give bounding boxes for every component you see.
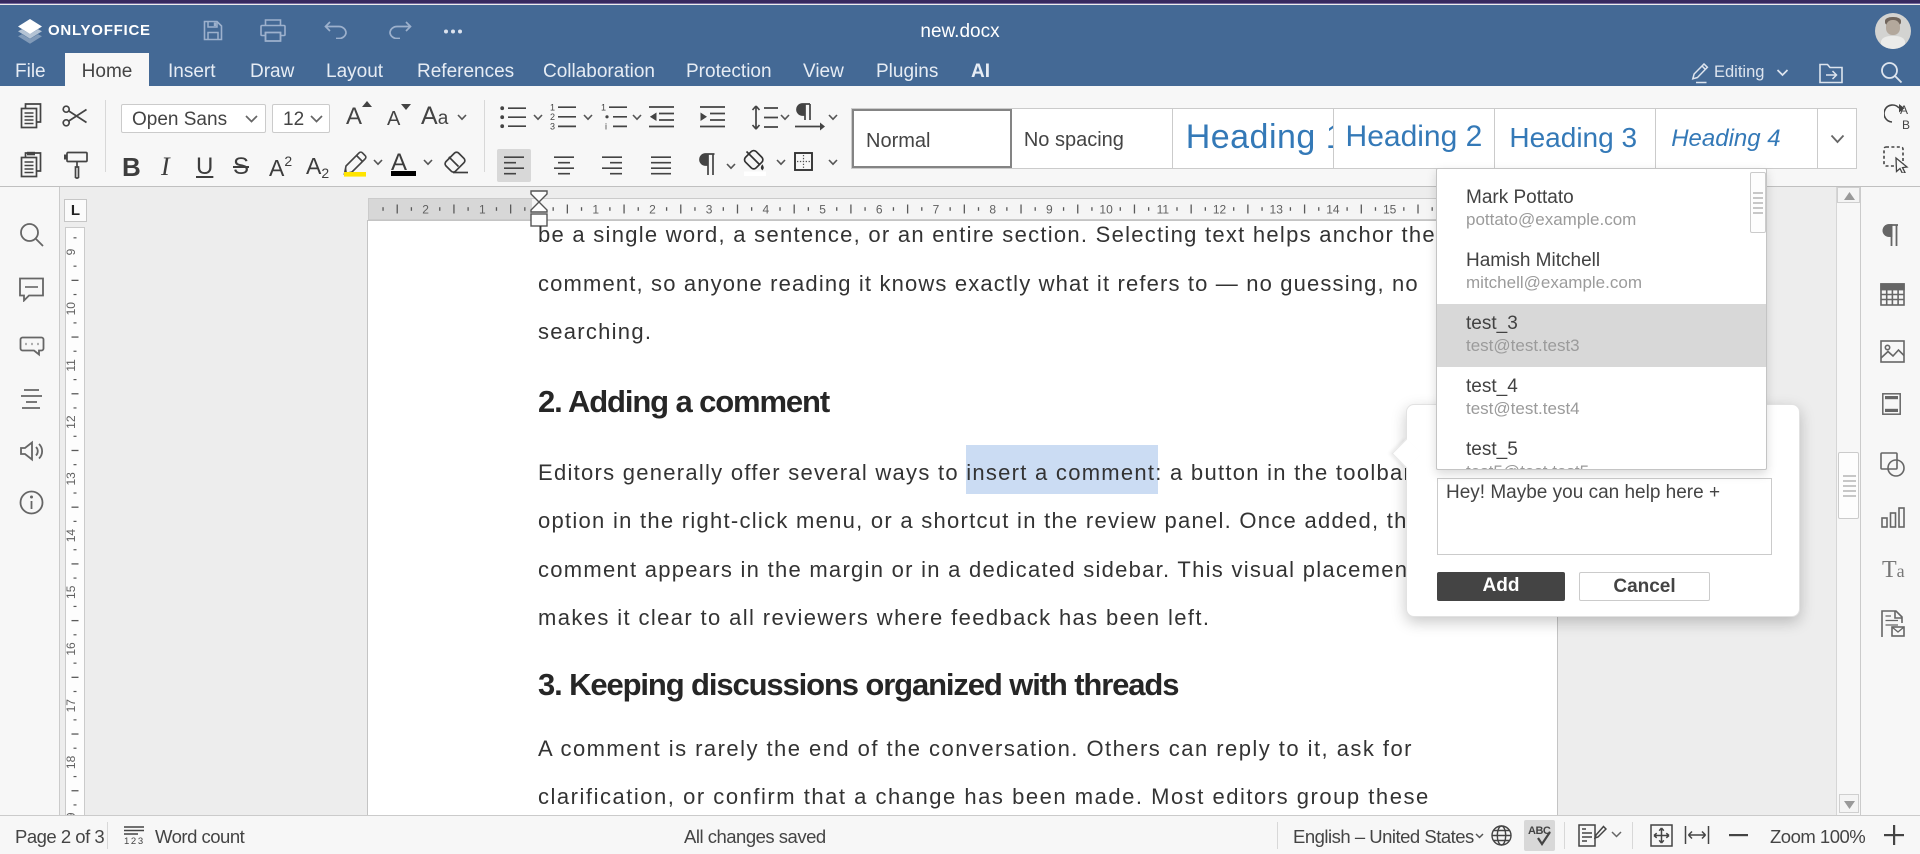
svg-text:1 2 3: 1 2 3: [124, 836, 143, 845]
